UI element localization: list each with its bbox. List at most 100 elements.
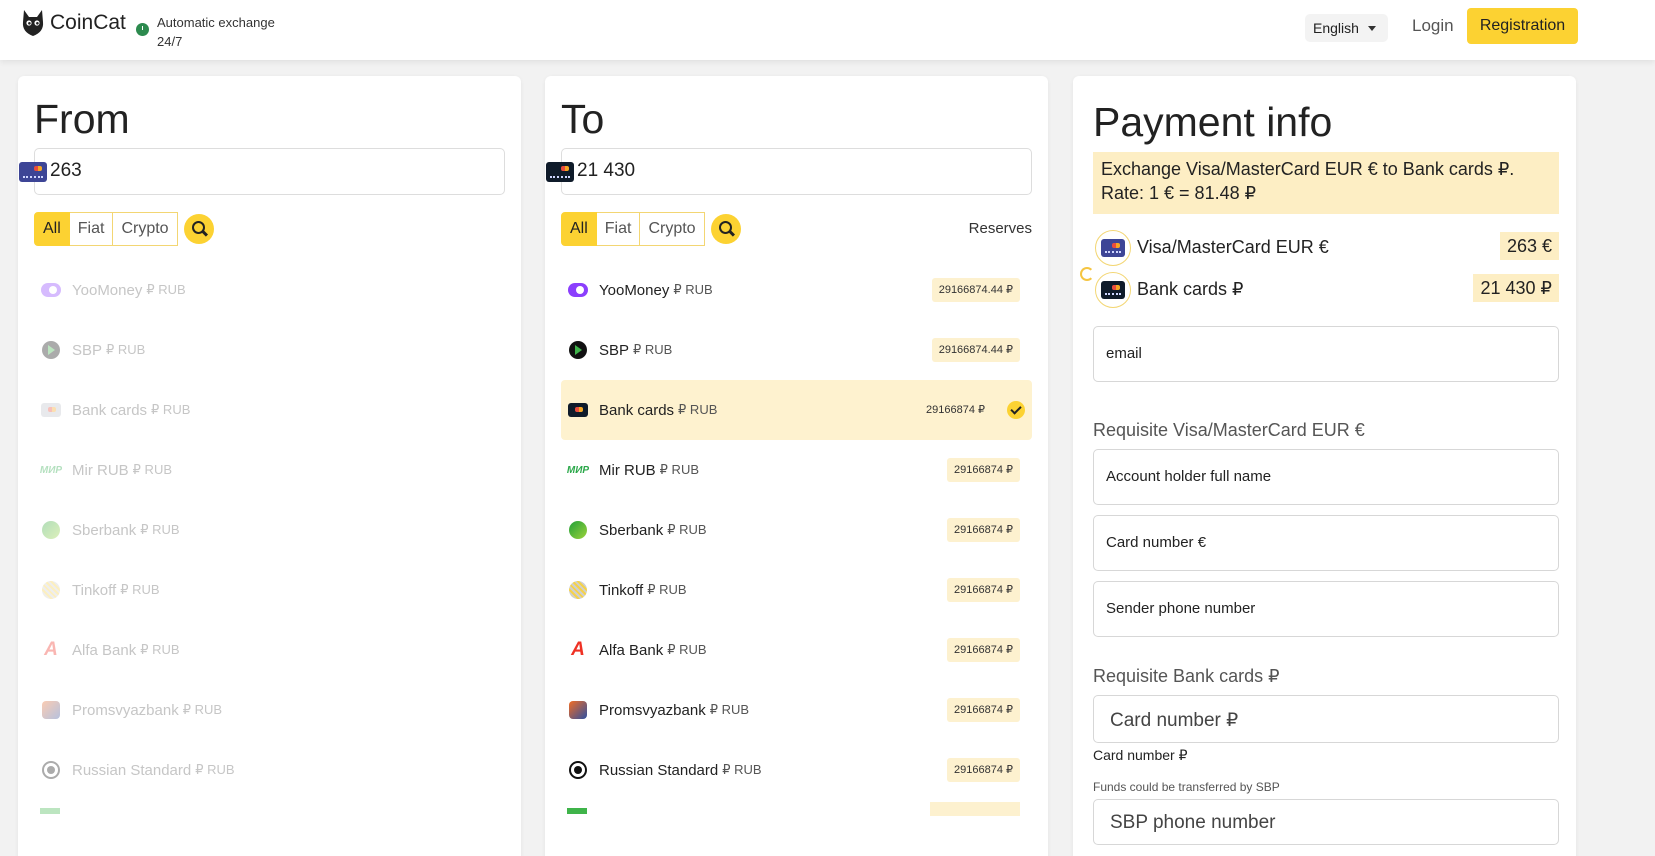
list-item[interactable]: YooMoney ₽ RUB: [34, 260, 505, 320]
language-dropdown[interactable]: English: [1305, 14, 1388, 42]
logo-text: CoinCat: [50, 11, 126, 34]
next-item-icon: [567, 808, 587, 814]
filter-all[interactable]: All: [34, 212, 70, 246]
card-number-eur-field[interactable]: Card number €: [1093, 515, 1559, 571]
item-currency: ₽ RUB: [140, 522, 180, 537]
search-icon[interactable]: [183, 214, 214, 244]
filter-fiat[interactable]: Fiat: [69, 212, 114, 246]
login-link[interactable]: Login: [1412, 16, 1454, 36]
item-name: Alfa Bank: [599, 641, 664, 659]
item-name: Sberbank: [72, 521, 137, 539]
list-item[interactable]: YooMoney ₽ RUB 29166874.44 ₽: [561, 260, 1032, 320]
item-currency: ₽ RUB: [146, 282, 186, 297]
sbp-icon: [567, 339, 589, 361]
tagline-line-2: 24/7: [157, 34, 183, 49]
rate-line-1: Exchange Visa/MasterCard EUR € to Bank c…: [1101, 159, 1515, 179]
item-currency: ₽ RUB: [673, 282, 713, 297]
bank-card-icon: [1095, 272, 1131, 308]
card-number-rub-label: Card number ₽: [1093, 747, 1188, 763]
item-currency: ₽ RUB: [709, 702, 750, 717]
filter-fiat[interactable]: Fiat: [596, 212, 641, 246]
russian-standard-icon: [40, 759, 62, 781]
reserve-badge: 29166874 ₽: [926, 404, 985, 416]
filter-all[interactable]: All: [561, 212, 597, 246]
from-filters: All Fiat Crypto: [34, 212, 214, 246]
reserve-badge: 29166874 ₽: [947, 518, 1020, 542]
russian-standard-icon: [567, 759, 589, 781]
logo[interactable]: CoinCat: [20, 8, 126, 38]
cat-logo-icon: [22, 10, 44, 36]
list-item[interactable]: А Alfa Bank ₽ RUB 29166874 ₽: [561, 620, 1032, 680]
list-item[interactable]: Bank cards ₽ RUB: [34, 380, 505, 440]
payment-panel: Payment info Exchange Visa/MasterCard EU…: [1073, 76, 1576, 856]
bank-card-icon: [567, 399, 589, 421]
item-name: SBP: [72, 341, 103, 359]
list-item[interactable]: Sberbank ₽ RUB: [34, 500, 505, 560]
list-item[interactable]: SBP ₽ RUB 29166874.44 ₽: [561, 320, 1032, 380]
tagline-line-1: Automatic exchange: [157, 15, 275, 30]
filter-crypto[interactable]: Crypto: [113, 212, 178, 246]
account-holder-field[interactable]: Account holder full name: [1093, 449, 1559, 505]
to-amount-input[interactable]: 21 430: [546, 148, 1032, 195]
list-item[interactable]: Russian Standard ₽ RUB: [34, 740, 505, 800]
sbp-phone-placeholder: SBP phone number: [1110, 812, 1276, 833]
item-currency: ₽ RUB: [120, 582, 160, 597]
item-currency: ₽ RUB: [667, 522, 707, 537]
email-placeholder: email: [1106, 345, 1142, 362]
alfa-bank-icon: А: [571, 639, 585, 660]
to-amount-value: 21 430: [577, 160, 636, 181]
to-list: YooMoney ₽ RUB 29166874.44 ₽ SBP ₽ RUB 2…: [561, 260, 1032, 800]
list-item[interactable]: SBP ₽ RUB: [34, 320, 505, 380]
item-name: YooMoney: [599, 281, 670, 299]
list-item[interactable]: А Alfa Bank ₽ RUB: [34, 620, 505, 680]
reserves-label[interactable]: Reserves: [969, 220, 1032, 237]
tinkoff-icon: [567, 579, 589, 601]
from-amount-input[interactable]: 263: [19, 148, 505, 195]
list-item[interactable]: МИР Mir RUB ₽ RUB 29166874 ₽: [561, 440, 1032, 500]
list-item[interactable]: Promsvyazbank ₽ RUB 29166874 ₽: [561, 680, 1032, 740]
list-item[interactable]: Russian Standard ₽ RUB 29166874 ₽: [561, 740, 1032, 800]
filter-crypto[interactable]: Crypto: [640, 212, 705, 246]
card-number-rub-field[interactable]: Card number ₽: [1093, 695, 1559, 743]
item-name: YooMoney: [72, 281, 143, 299]
card-number-rub-placeholder: Card number ₽: [1110, 710, 1239, 731]
rate-line-2: Rate: 1 € = 81.48 ₽: [1101, 183, 1257, 203]
swap-icon[interactable]: [1080, 267, 1094, 281]
list-item[interactable]: Promsvyazbank ₽ RUB: [34, 680, 505, 740]
to-filters: All Fiat Crypto: [561, 212, 741, 246]
reserve-badge: 29166874 ₽: [947, 638, 1020, 662]
tagline: Automatic exchange 24/7: [157, 13, 275, 51]
item-currency: ₽ RUB: [722, 762, 762, 777]
caret-down-icon: [1367, 25, 1376, 31]
item-currency: ₽ RUB: [678, 402, 718, 417]
item-currency: ₽ RUB: [182, 702, 223, 717]
list-item[interactable]: Tinkoff ₽ RUB: [34, 560, 505, 620]
bank-card-icon: [40, 399, 62, 421]
list-item[interactable]: Sberbank ₽ RUB 29166874 ₽: [561, 500, 1032, 560]
item-name: Tinkoff: [72, 581, 117, 599]
reserve-badge: 29166874 ₽: [947, 698, 1020, 722]
mir-icon: МИР: [39, 464, 63, 476]
requisite-from-title: Requisite Visa/MasterCard EUR €: [1093, 420, 1365, 440]
sender-phone-placeholder: Sender phone number: [1106, 600, 1256, 617]
item-name: Alfa Bank: [72, 641, 137, 659]
to-currency-pair: Bank cards ₽ 21 430 ₽: [1093, 272, 1559, 308]
list-item[interactable]: Tinkoff ₽ RUB 29166874 ₽: [561, 560, 1032, 620]
email-field[interactable]: email: [1093, 326, 1559, 382]
registration-button[interactable]: Registration: [1467, 8, 1578, 44]
list-item-selected[interactable]: Bank cards ₽ RUB 29166874 ₽: [561, 380, 1032, 440]
from-list: YooMoney ₽ RUB SBP ₽ RUB Bank cards ₽ RU…: [34, 260, 505, 800]
sbp-phone-field[interactable]: SBP phone number: [1093, 799, 1559, 845]
item-name: SBP: [599, 341, 630, 359]
from-title: From: [34, 96, 130, 142]
clock-icon: [136, 23, 149, 36]
list-item[interactable]: МИР Mir RUB ₽ RUB: [34, 440, 505, 500]
item-currency: ₽ RUB: [195, 762, 235, 777]
sender-phone-field[interactable]: Sender phone number: [1093, 581, 1559, 637]
promsvyazbank-icon: [40, 699, 62, 721]
to-title: To: [561, 96, 605, 142]
item-name: Mir RUB: [599, 461, 656, 479]
item-name: Bank cards: [599, 401, 675, 419]
item-name: Tinkoff: [599, 581, 644, 599]
search-icon[interactable]: [710, 214, 741, 244]
